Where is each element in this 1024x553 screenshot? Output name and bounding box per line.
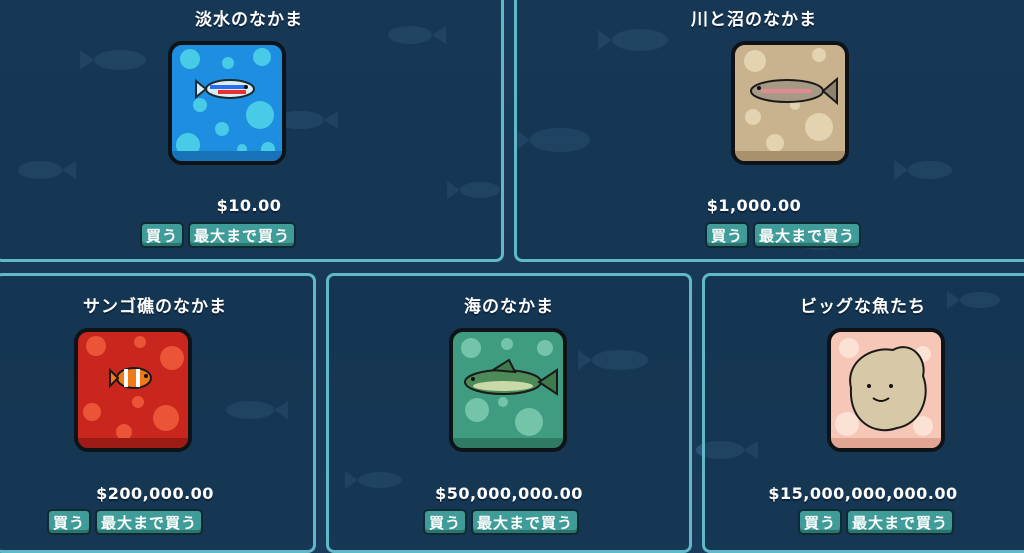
pack-price: $50,000,000.00 [435,484,583,503]
pack-panel-freshwater: 淡水のなかま $10.00 買う 最大まで買う [0,0,504,262]
pack-card-sea[interactable] [449,328,567,452]
trout-icon [750,76,838,106]
buy-max-button[interactable]: 最大まで買う [471,509,580,535]
clownfish-icon [109,367,152,389]
buy-max-button[interactable]: 最大まで買う [846,509,955,535]
pack-price: $1,000.00 [706,196,802,215]
buy-max-button[interactable]: 最大まで買う [95,509,204,535]
pack-card-river-swamp[interactable] [731,41,849,165]
pack-price: $15,000,000,000.00 [768,484,958,503]
pack-title: サンゴ礁のなかま [83,297,227,317]
pack-card-big-fish[interactable] [827,328,945,452]
buy-button[interactable]: 買う [140,222,185,248]
pack-panel-sea: 海のなかま $50,000,000.00 買う 最大まで買う [326,273,692,553]
buy-max-button[interactable]: 最大まで買う [188,222,297,248]
buy-button[interactable]: 買う [798,509,843,535]
buy-button[interactable]: 買う [47,509,92,535]
sunfish-icon [849,346,927,432]
pack-title: 淡水のなかま [195,10,303,30]
buy-button[interactable]: 買う [705,222,750,248]
pack-card-coral-reef[interactable] [74,328,192,452]
pack-panel-coral-reef: サンゴ礁のなかま $200,000.00 買う 最大まで買う [0,273,316,553]
pack-title: 海のなかま [464,297,554,317]
pack-price: $200,000.00 [96,484,214,503]
neon-tetra-icon [195,78,255,100]
sea-fish-icon [464,358,558,396]
buy-button[interactable]: 買う [423,509,468,535]
pack-card-freshwater[interactable] [168,41,286,165]
pack-title: ビッグな魚たち [800,297,926,317]
buy-max-button[interactable]: 最大まで買う [753,222,862,248]
pack-title: 川と沼のなかま [691,10,817,30]
pack-panel-river-swamp: 川と沼のなかま $1,000.00 買う 最大まで買う [514,0,1024,262]
pack-price: $10.00 [216,196,282,215]
pack-panel-big-fish: ビッグな魚たち $15,000,000,000.00 買う 最大まで買う [702,273,1024,553]
